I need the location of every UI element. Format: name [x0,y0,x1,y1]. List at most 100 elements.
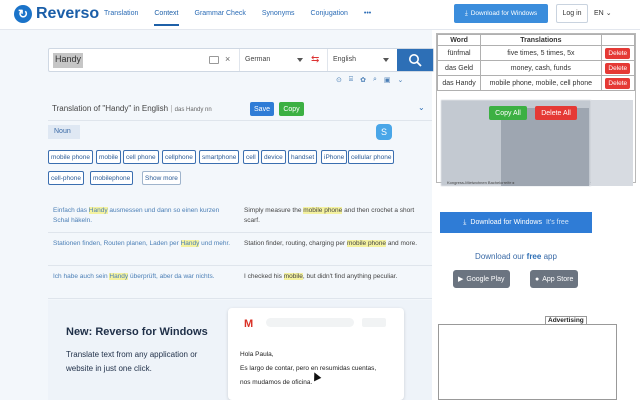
translations-cell: five times, 5 times, 5x [480,45,602,61]
monitor-download-icon: ⤓ [463,218,467,226]
translation-title-text: Translation of "Handy" in English [52,104,169,113]
chip-cell[interactable]: cell [243,150,259,164]
mail-greeting: Hola Paula, [240,351,274,358]
chip-mobile-phone[interactable]: mobile phone [48,150,94,164]
search-button[interactable] [397,49,433,71]
search-box: Handy × German ⇆ English [48,48,434,72]
sidebar-download-label: Download for Windows [470,219,542,226]
free-app-prefix: Download our [475,252,525,261]
translation-subtitle: das Handy nn [174,107,212,113]
download-windows-button[interactable]: ⤓ Download for Windows [454,4,548,23]
example-row: Stationen finden, Routen planen, Laden p… [48,233,432,266]
search-input[interactable]: Handy [53,53,84,68]
copy-all-button[interactable]: Copy All [489,106,527,120]
delete-button[interactable]: Delete [605,47,631,59]
mail-preview: M Hola Paula, Es largo de contar, pero e… [228,308,404,400]
translations-cell: money, cash, funds [480,60,602,76]
translations-cell: mobile phone, mobile, cell phone [480,75,602,91]
reverso-logo[interactable]: ↻ Reverso [14,5,99,23]
example-source[interactable]: Einfach das Handy ausmessen und dann so … [53,206,233,226]
chip-device[interactable]: device [261,150,286,164]
saved-words-table: Word Translations fünfmal five times, 5 … [436,34,636,91]
main-nav: Translation Context Grammar Check Synony… [104,10,387,26]
top-bar: ↻ Reverso Translation Context Grammar Ch… [0,0,640,30]
google-play-label: Google Play [466,275,505,283]
clear-icon[interactable]: × [225,54,230,64]
chip-cellular-phone[interactable]: cellular phone [348,150,395,164]
nav-more[interactable]: ••• [364,10,371,26]
background-image-side [591,100,633,186]
source-language-select[interactable]: German [239,49,307,71]
example-target[interactable]: Station finder, routing, charging per mo… [244,239,430,249]
table-row: das Handy mobile phone, mobile, cell pho… [436,75,636,91]
swap-languages-icon[interactable]: ⇆ [311,54,319,65]
download-windows-label: Download for Windows [470,10,538,17]
table-row: fünfmal five times, 5 times, 5x Delete [436,45,636,61]
chip-iphone[interactable]: iPhone [321,150,348,164]
google-play-button[interactable]: ▶ Google Play [453,270,510,288]
delete-button[interactable]: Delete [605,62,631,74]
example-target[interactable]: I checked his mobile, but didn't find an… [244,272,430,282]
flower-icon[interactable]: ✿ [360,76,366,84]
target-language-select[interactable]: English [327,49,393,71]
nav-synonyms[interactable]: Synonyms [262,10,295,26]
nav-translation[interactable]: Translation [104,10,138,26]
download-icon: ⤓ [464,9,468,17]
chip-cell-phone-hyphen[interactable]: cell-phone [48,171,84,185]
word-cell: das Handy [436,75,482,91]
image-icon[interactable]: ▣ [384,76,391,84]
keyboard-icon[interactable] [209,56,219,64]
save-button[interactable]: Save [250,102,274,116]
delete-all-button[interactable]: Delete All [535,106,577,120]
keyboard-small-icon[interactable]: ⌸ [349,76,353,84]
column-header-word: Word [436,34,482,46]
language-selector[interactable]: EN ⌄ [594,9,612,17]
lookup-icon[interactable]: ⌕ [373,76,377,84]
translation-header: Translation of "Handy" in English | das … [48,99,432,121]
chevron-down-icon: ⌄ [605,10,612,17]
chevron-down-icon [383,58,389,62]
image-caption: Kongress-Mietwohnen Bachelorreife ▸ [447,180,515,185]
app-store-button[interactable]: ● App Store [530,270,579,288]
chevron-down-icon [297,58,303,62]
column-header-translations: Translations [480,34,602,46]
column-header-actions [600,34,636,46]
nav-conjugation[interactable]: Conjugation [311,10,348,26]
free-app-text: Download our free app [440,252,592,261]
sidebar-download-windows-button[interactable]: ⤓ Download for Windows It's free [440,212,592,233]
chip-cell-phone[interactable]: cell phone [123,150,159,164]
example-source[interactable]: Ich habe auch sein Handy überprüft, aber… [53,272,233,282]
saved-words-overlay: Word Translations fünfmal five times, 5 … [436,33,636,186]
chip-cellphone[interactable]: cellphone [162,150,196,164]
example-source[interactable]: Stationen finden, Routen planen, Laden p… [53,239,233,249]
copy-button[interactable]: Copy [279,102,304,116]
chevron-down-icon[interactable]: ⌄ [418,103,425,112]
source-language-label: German [245,56,271,63]
google-play-icon: ▶ [458,276,464,283]
word-cell: fünfmal [436,45,482,61]
nav-context[interactable]: Context [154,10,179,26]
table-row: das Geld money, cash, funds Delete [436,60,636,76]
synonyms-s-icon[interactable]: S [376,124,392,140]
chip-smartphone[interactable]: smartphone [199,150,240,164]
nav-grammar-check[interactable]: Grammar Check [195,10,246,26]
promo-title: New: Reverso for Windows [66,326,208,338]
translation-title: Translation of "Handy" in English | das … [52,104,212,113]
advertising-label: Advertising [545,316,587,325]
login-button[interactable]: Log in [556,4,588,23]
example-target[interactable]: Simply measure the mobile phone and then… [244,206,430,226]
promo-description: Translate text from any application or w… [66,350,198,373]
target-language-label: English [333,56,356,63]
chip-mobile[interactable]: mobile [96,150,122,164]
speaker-icon[interactable]: ⊙ [336,76,342,84]
chip-handset[interactable]: handset [288,150,318,164]
advertising-box [438,324,617,400]
search-tools: ⊙ ⌸ ✿ ⌕ ▣ ⌄ [336,76,403,84]
chevron-down-icon[interactable]: ⌄ [398,76,404,84]
delete-button[interactable]: Delete [605,77,631,89]
gmail-icon: M [244,318,254,330]
windows-promo: New: Reverso for Windows Translate text … [48,300,432,400]
show-more-button[interactable]: Show more [142,171,181,185]
chip-mobilephone[interactable]: mobilephone [90,171,134,185]
mail-toolbar [362,318,386,327]
